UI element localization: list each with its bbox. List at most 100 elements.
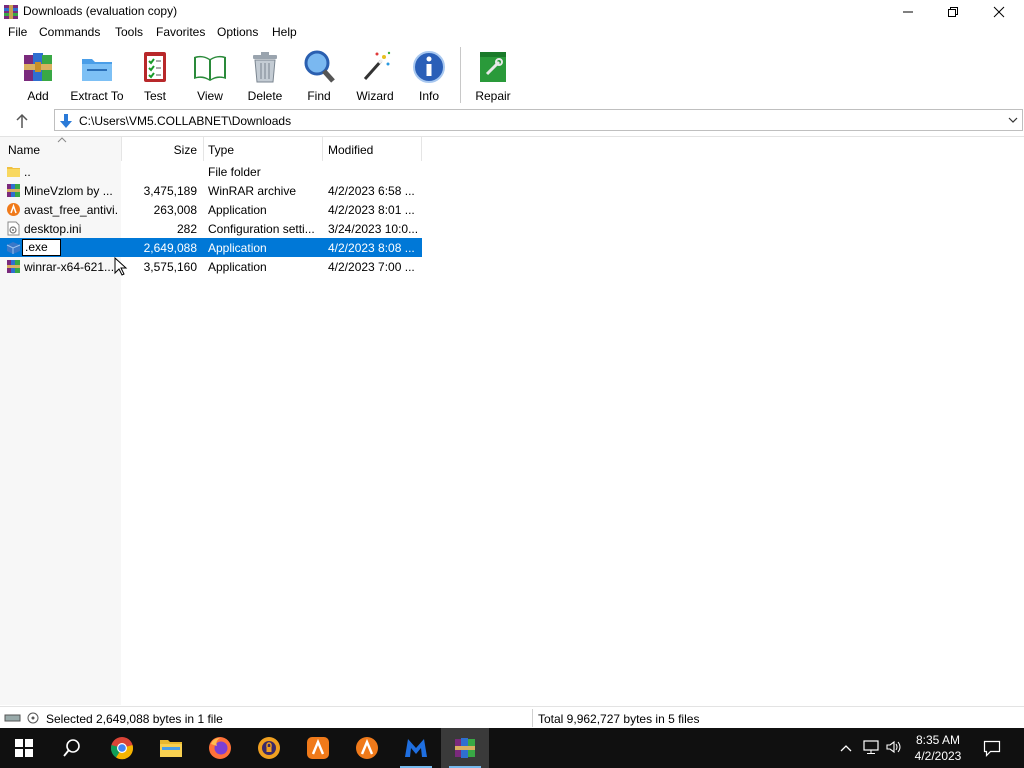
restore-icon (948, 6, 958, 17)
taskbar-avast-secure-browser[interactable] (343, 728, 391, 768)
menu-help[interactable]: Help (272, 25, 297, 39)
chevron-up-icon[interactable] (839, 742, 853, 754)
status-total: Total 9,962,727 bytes in 5 files (538, 712, 700, 726)
settings-file-icon (7, 221, 20, 236)
title-bar: Downloads (evaluation copy) (0, 0, 1024, 23)
file-row-parent-folder[interactable]: .. File folder (0, 162, 422, 181)
column-header-type[interactable]: Type (204, 137, 322, 161)
file-type: WinRAR archive (208, 184, 297, 198)
file-type: Application (208, 260, 267, 274)
avast-icon (7, 203, 20, 216)
close-icon (993, 6, 1005, 17)
menu-options[interactable]: Options (217, 25, 258, 39)
close-button[interactable] (976, 0, 1022, 23)
toolbar: Add Extract To Test View Delete Find Wiz… (0, 43, 1024, 108)
start-button[interactable] (0, 728, 48, 768)
minimize-icon (903, 11, 913, 12)
column-header-modified[interactable]: Modified (323, 137, 421, 161)
privacy-browser-icon (258, 737, 280, 759)
column-size-label: Size (173, 143, 197, 157)
search-button[interactable] (48, 728, 96, 768)
file-modified: 4/2/2023 8:01 ... (328, 203, 415, 217)
find-label: Find (307, 89, 331, 103)
file-row[interactable]: winrar-x64-621.... 3,575,160 Application… (0, 257, 422, 276)
column-header-name[interactable]: Name (0, 137, 121, 161)
drive-icon (4, 712, 39, 724)
extract-to-label: Extract To (70, 89, 124, 103)
start-icon (15, 739, 33, 757)
menu-tools[interactable]: Tools (115, 25, 143, 39)
file-list: Name Size Type Modified .. File folder M… (0, 136, 1024, 705)
repair-button[interactable]: Repair (472, 47, 514, 105)
taskbar-winrar[interactable] (441, 728, 489, 768)
info-button[interactable]: Info (410, 47, 448, 105)
delete-button[interactable]: Delete (243, 47, 287, 105)
minimize-button[interactable] (885, 0, 931, 23)
address-bar[interactable]: C:\Users\VM5.COLLABNET\Downloads (54, 109, 1023, 131)
file-modified: 4/2/2023 8:08 ... (328, 241, 415, 255)
column-divider[interactable] (421, 137, 422, 161)
up-one-level-button[interactable] (10, 111, 34, 131)
volume-icon[interactable] (885, 739, 903, 755)
taskbar-avast[interactable] (294, 728, 342, 768)
clock-date: 4/2/2023 (914, 749, 962, 763)
column-header-size[interactable]: Size (122, 137, 203, 161)
menu-commands[interactable]: Commands (39, 25, 100, 39)
file-size: 3,575,160 (143, 260, 197, 274)
download-arrow-icon (60, 114, 72, 128)
toolbar-separator (460, 47, 461, 103)
find-button[interactable]: Find (298, 47, 340, 105)
rar-archive-icon (7, 184, 20, 197)
file-row[interactable]: MineVzlom by ... 3,475,189 WinRAR archiv… (0, 181, 422, 200)
magic-wand-icon (363, 51, 391, 80)
clock[interactable]: 8:35 AM 4/2/2023 (903, 732, 973, 764)
firefox-icon (209, 737, 231, 759)
file-row[interactable]: avast_free_antivi... 263,008 Application… (0, 200, 422, 219)
column-modified-label: Modified (328, 143, 374, 157)
arrow-up-icon (16, 113, 28, 128)
add-label: Add (27, 89, 49, 103)
file-type: Application (208, 203, 267, 217)
status-bar: Selected 2,649,088 bytes in 1 file Total… (0, 706, 1024, 728)
menu-file[interactable]: File (8, 25, 27, 39)
winrar-app-icon (4, 5, 18, 19)
taskbar-malwarebytes[interactable] (392, 728, 440, 768)
taskbar-firefox[interactable] (196, 728, 244, 768)
winrar-icon (7, 260, 20, 273)
view-button[interactable]: View (188, 47, 232, 105)
add-button[interactable]: Add (16, 47, 60, 105)
file-name: avast_free_antivi... (24, 203, 119, 217)
status-divider (532, 709, 533, 727)
taskbar-chrome[interactable] (98, 728, 146, 768)
rename-input[interactable]: .exe (22, 239, 61, 256)
add-archive-icon (24, 53, 52, 81)
chevron-down-icon[interactable] (1007, 114, 1019, 126)
taskbar-file-explorer[interactable] (147, 728, 195, 768)
column-type-label: Type (208, 143, 235, 157)
file-row-selected[interactable]: .exe 2,649,088 Application 4/2/2023 8:08… (0, 238, 422, 257)
file-modified: 4/2/2023 6:58 ... (328, 184, 415, 198)
wizard-button[interactable]: Wizard (352, 47, 398, 105)
address-row: C:\Users\VM5.COLLABNET\Downloads (0, 108, 1024, 134)
test-button[interactable]: Test (134, 47, 176, 105)
extract-to-button[interactable]: Extract To (68, 47, 126, 105)
view-label: View (197, 89, 223, 103)
file-explorer-icon (160, 740, 182, 757)
view-book-icon (194, 55, 226, 81)
address-path: C:\Users\VM5.COLLABNET\Downloads (79, 114, 292, 128)
restore-button[interactable] (930, 0, 976, 23)
notifications-icon[interactable] (983, 739, 1001, 757)
taskbar-privacy-browser[interactable] (245, 728, 293, 768)
trash-icon (253, 52, 277, 83)
info-label: Info (418, 89, 439, 103)
clock-time: 8:35 AM (915, 733, 961, 747)
file-size: 282 (176, 222, 197, 236)
network-icon[interactable] (862, 739, 880, 755)
repair-label: Repair (475, 89, 511, 103)
exe-icon (6, 242, 21, 254)
file-name: desktop.ini (24, 222, 82, 236)
file-row[interactable]: desktop.ini 282 Configuration setti... 3… (0, 219, 422, 238)
sort-ascending-icon (57, 137, 67, 143)
chrome-icon (110, 737, 134, 760)
menu-favorites[interactable]: Favorites (156, 25, 205, 39)
